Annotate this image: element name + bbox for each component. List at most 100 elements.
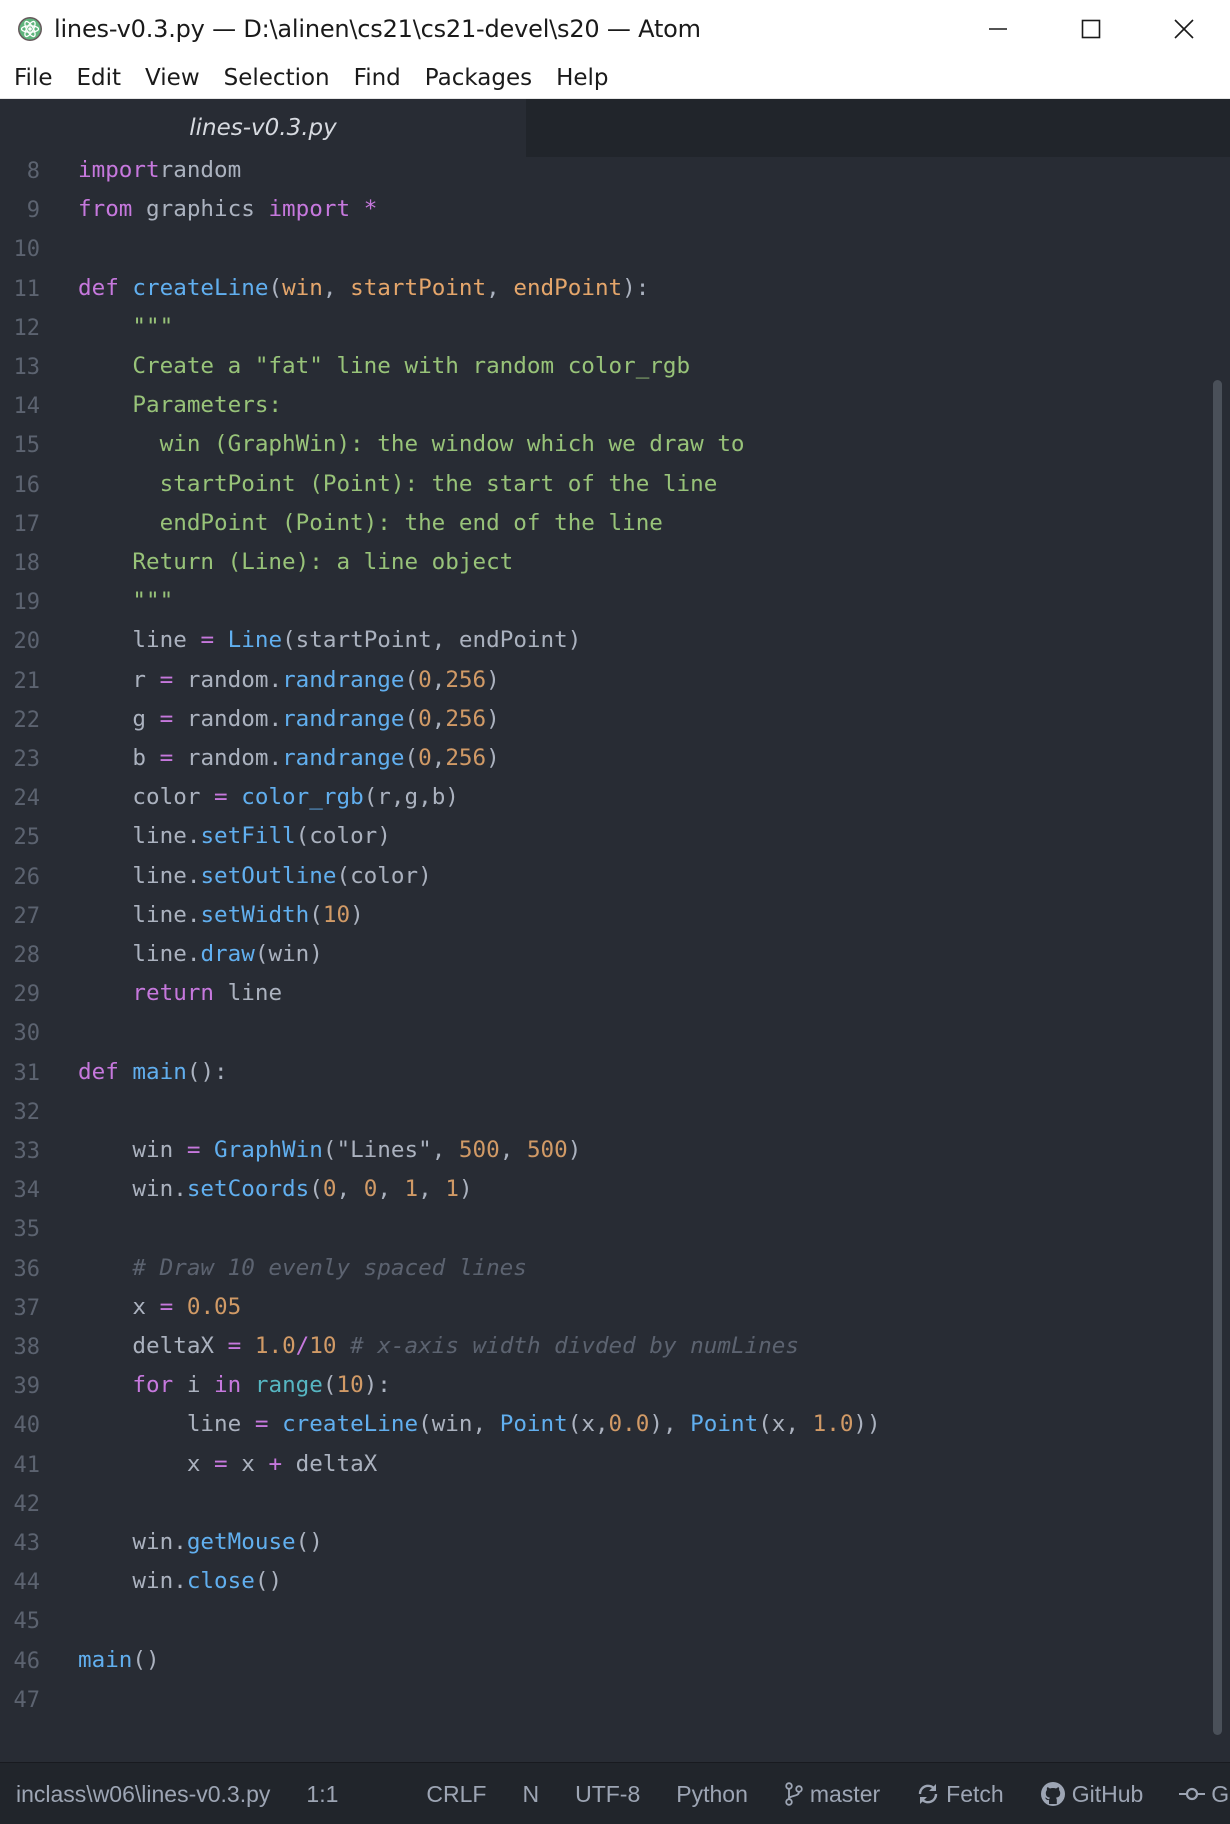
code-token: draw	[200, 941, 255, 967]
code-token: )	[567, 1137, 582, 1163]
code-line[interactable]: from graphics import *	[78, 196, 377, 222]
status-cursor-position[interactable]: 1:1	[306, 1781, 338, 1808]
status-line-ending[interactable]: CRLF	[426, 1781, 486, 1808]
code-token: =	[159, 666, 174, 693]
maximize-button[interactable]	[1044, 0, 1137, 58]
status-indent[interactable]: N	[522, 1781, 539, 1808]
code-line[interactable]: startPoint (Point): the start of the lin…	[78, 471, 718, 497]
code-line[interactable]: def main():	[78, 1059, 228, 1085]
code-line[interactable]: win = GraphWin("Lines", 500, 500)	[78, 1137, 581, 1163]
close-button[interactable]	[1137, 0, 1230, 58]
menu-view[interactable]: View	[133, 65, 212, 91]
line-number: 39	[13, 1374, 41, 1400]
code-token: )	[486, 666, 500, 693]
code-token: (color)	[295, 823, 391, 850]
code-line[interactable]: line.setFill(color)	[78, 823, 391, 850]
git-branch-icon	[785, 1782, 803, 1806]
code-token: =	[159, 745, 174, 771]
menu-help[interactable]: Help	[544, 65, 620, 91]
code-token: /	[295, 1333, 310, 1359]
code-line[interactable]: x = 0.05	[78, 1294, 241, 1320]
code-line[interactable]: """	[78, 588, 173, 614]
code-line[interactable]: Create a "fat" line with random color_rg…	[78, 353, 690, 379]
status-fetch[interactable]: Fetch	[916, 1781, 1004, 1808]
code-line[interactable]: win.setCoords(0, 0, 1, 1)	[78, 1176, 472, 1203]
line-number: 32	[13, 1099, 41, 1125]
code-token: Line	[227, 627, 283, 654]
menu-find[interactable]: Find	[342, 65, 413, 91]
code-token: 0	[363, 1176, 378, 1203]
code-line[interactable]: # Draw 10 evenly spaced lines	[78, 1255, 526, 1281]
code-line[interactable]: line.setOutline(color)	[78, 863, 431, 889]
code-token: setFill	[200, 823, 296, 850]
code-editor[interactable]: 7 89101112131415161718192021222324252627…	[0, 157, 1230, 1761]
line-number: 15	[13, 433, 41, 459]
window-controls	[951, 0, 1230, 58]
code-line[interactable]: return line	[78, 980, 282, 1006]
code-token: =	[214, 1450, 228, 1477]
menu-selection[interactable]: Selection	[212, 65, 342, 91]
code-line[interactable]: line.setWidth(10)	[78, 901, 363, 928]
code-token: =	[254, 1411, 269, 1438]
code-line[interactable]: win (GraphWin): the window which we draw…	[78, 431, 745, 457]
code-line[interactable]: b = random.randrange(0,256)	[78, 745, 499, 771]
code-token: (win)	[254, 941, 323, 967]
code-token: *	[363, 196, 378, 223]
code-line[interactable]: def createLine(win, startPoint, endPoint…	[78, 275, 649, 301]
status-file-path[interactable]: inclass\w06\lines-v0.3.py	[16, 1781, 270, 1808]
code-token: line.	[78, 941, 201, 967]
code-token: def	[78, 274, 119, 301]
vertical-scrollbar[interactable]	[1213, 380, 1222, 1735]
code-line[interactable]: color = color_rgb(r,g,b)	[78, 784, 459, 810]
code-line[interactable]: x = x + deltaX	[78, 1451, 377, 1477]
code-token: =	[227, 1333, 242, 1359]
status-git-label: G	[1211, 1780, 1230, 1807]
code-token: GraphWin	[214, 1137, 323, 1163]
status-grammar[interactable]: Python	[676, 1781, 748, 1808]
code-line[interactable]: importrandom	[78, 157, 241, 183]
menu-file[interactable]: File	[0, 65, 65, 91]
line-number: 33	[13, 1139, 41, 1164]
status-git[interactable]: G	[1179, 1781, 1229, 1808]
code-line[interactable]: line = Line(startPoint, endPoint)	[78, 627, 581, 653]
code-line[interactable]: line = createLine(win, Point(x,0.0), Poi…	[78, 1411, 881, 1437]
status-branch[interactable]: master	[784, 1781, 880, 1808]
code-token: ))	[853, 1411, 881, 1438]
code-token: )	[486, 705, 500, 732]
code-token: # x-axis width divded by numLines	[350, 1333, 799, 1359]
code-token: 256	[445, 705, 487, 732]
line-number: 14	[13, 394, 41, 420]
code-token: for	[78, 1372, 174, 1399]
code-line[interactable]: main()	[78, 1647, 160, 1673]
code-line[interactable]: line.draw(win)	[78, 941, 323, 967]
menu-packages[interactable]: Packages	[413, 65, 544, 91]
code-line[interactable]: Return (Line): a line object	[78, 549, 513, 575]
minimize-button[interactable]	[951, 0, 1044, 58]
code-token: line.	[78, 901, 201, 928]
code-token: (	[404, 745, 419, 771]
code-line[interactable]: Parameters:	[78, 392, 282, 418]
code-line[interactable]: endPoint (Point): the end of the line	[78, 510, 663, 536]
status-encoding[interactable]: UTF-8	[575, 1781, 640, 1808]
tab-lines-v0-3[interactable]: lines-v0.3.py	[0, 99, 526, 157]
code-token: 1	[445, 1176, 459, 1203]
code-line[interactable]: win.close()	[78, 1568, 282, 1594]
line-number: 45	[13, 1609, 41, 1635]
code-token: b	[78, 745, 160, 771]
menu-edit[interactable]: Edit	[65, 65, 134, 91]
code-token: (	[268, 274, 283, 301]
atom-window: lines-v0.3.py — D:\alinen\cs21\cs21-deve…	[0, 0, 1230, 1824]
code-line[interactable]: r = random.randrange(0,256)	[78, 666, 500, 693]
status-github[interactable]: GitHub	[1040, 1780, 1144, 1808]
code-line[interactable]: """	[78, 314, 173, 340]
code-token: line.	[78, 823, 201, 850]
code-line[interactable]: for i in range(10):	[78, 1372, 391, 1398]
code-token: ,	[336, 1176, 364, 1203]
code-line[interactable]: deltaX = 1.0/10 # x-axis width divded by…	[78, 1333, 799, 1359]
code-line[interactable]: g = random.randrange(0,256)	[78, 705, 500, 732]
code-token: Return (Line): a line object	[78, 549, 514, 575]
code-line[interactable]: win.getMouse()	[78, 1529, 322, 1555]
code-token: ):	[363, 1372, 391, 1399]
status-github-label: GitHub	[1071, 1780, 1144, 1807]
code-token: randrange	[282, 745, 405, 771]
